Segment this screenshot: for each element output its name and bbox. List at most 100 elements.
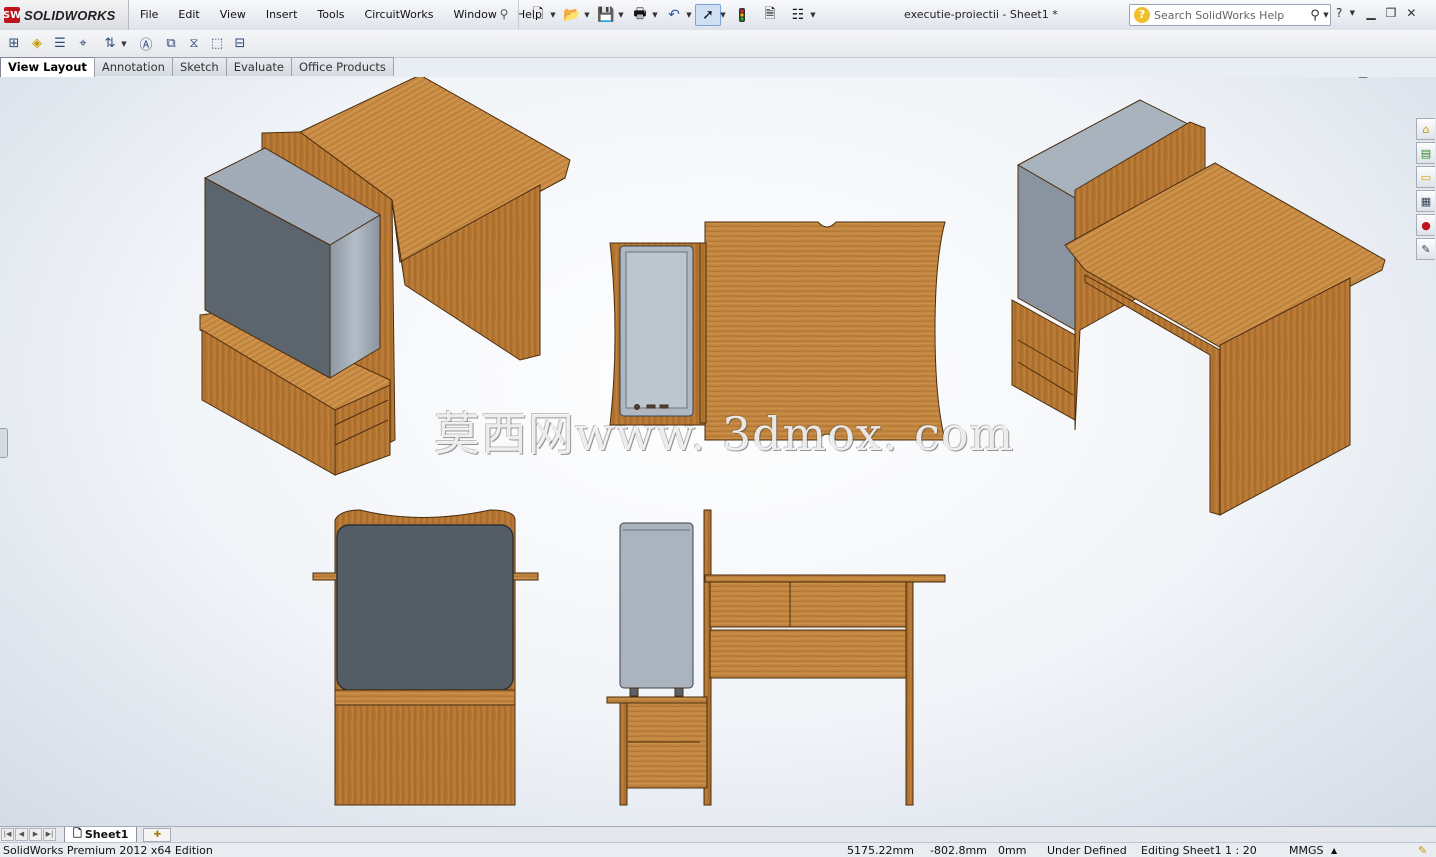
pin-menu-icon[interactable]: ⚲: [497, 7, 511, 21]
options-icon[interactable]: ☷: [785, 4, 811, 26]
auxiliary-view-icon[interactable]: ☰: [50, 34, 70, 52]
appearances-icon[interactable]: ●: [1416, 214, 1435, 236]
tab-view-layout[interactable]: View Layout: [0, 57, 95, 78]
tab-annotation[interactable]: Annotation: [93, 57, 173, 76]
zoom-to-fit-icon[interactable]: 🔍: [631, 77, 647, 78]
menu-file[interactable]: File: [130, 0, 168, 30]
hide-show-items-icon[interactable]: 👓: [747, 77, 763, 78]
sheet-tab-label: Sheet1: [84, 827, 129, 841]
split-horizontal-icon[interactable]: ◫: [1322, 77, 1332, 78]
menu-edit[interactable]: Edit: [168, 0, 209, 30]
title-bar: SW SOLIDWORKS File Edit View Insert Tool…: [0, 0, 1436, 31]
status-edition: SolidWorks Premium 2012 x64 Edition: [3, 844, 213, 857]
alternate-position-icon[interactable]: ⇅: [100, 34, 120, 52]
options-dropdown-icon[interactable]: ▼: [809, 11, 817, 19]
search-box[interactable]: ? Search SolidWorks Help ⚲ ▼: [1129, 4, 1331, 26]
watermark-text: 莫西网www. 3dmox. com: [434, 407, 1015, 461]
side-view[interactable]: [606, 509, 946, 806]
section-view-icon[interactable]: ⌖: [73, 34, 93, 52]
file-explorer-icon[interactable]: ▭: [1416, 166, 1435, 188]
broken-out-section-icon[interactable]: ⧉: [161, 34, 181, 52]
drawing-graphics-area[interactable]: 🔍 🔎 ↯ ⟳ ❂ ▣ ▼ 👓 ▼ ◫ ◧ ▁ ❐ ✕ ⌂ ▤ ▭ ▦ ● ✎ …: [0, 77, 1436, 826]
print-dropdown-icon[interactable]: ▼: [651, 11, 659, 19]
menu-bar: File Edit View Insert Tools CircuitWorks…: [130, 0, 552, 30]
print-icon[interactable]: 🖶: [627, 4, 653, 26]
new-dropdown-icon[interactable]: ▼: [549, 11, 557, 19]
status-y-coordinate: -802.8mm: [930, 844, 987, 857]
document-title: executie-proiectii - Sheet1 *: [904, 8, 1058, 21]
solidworks-resources-icon[interactable]: ⌂: [1416, 118, 1435, 140]
custom-properties-icon[interactable]: ✎: [1416, 238, 1435, 260]
zoom-to-area-icon[interactable]: 🔎: [652, 77, 668, 78]
file-properties-icon[interactable]: 🗎: [757, 4, 783, 26]
menu-insert[interactable]: Insert: [256, 0, 308, 30]
detail-view-icon[interactable]: Ⓐ: [136, 34, 156, 53]
minimize-icon[interactable]: ▁: [1366, 6, 1375, 20]
display-style-icon[interactable]: ▣: [721, 77, 733, 78]
tab-office-products[interactable]: Office Products: [290, 57, 394, 76]
open-dropdown-icon[interactable]: ▼: [583, 11, 591, 19]
menu-tools[interactable]: Tools: [307, 0, 354, 30]
restore-icon[interactable]: ❐: [1386, 6, 1397, 20]
status-x-coordinate: 5175.22mm: [847, 844, 914, 857]
tab-evaluate[interactable]: Evaluate: [225, 57, 292, 76]
command-tabs: View Layout Annotation Sketch Evaluate O…: [0, 57, 394, 78]
crop-view-icon[interactable]: ⬚: [207, 34, 227, 52]
rebuild-traffic-light-icon[interactable]: [729, 4, 755, 26]
split-vertical-icon[interactable]: ◧: [1340, 77, 1350, 78]
save-icon[interactable]: 💾: [593, 4, 619, 26]
model-view-icon[interactable]: ⊞: [4, 34, 24, 52]
brand-name: SOLIDWORKS: [24, 7, 116, 23]
help-search-icon: ?: [1134, 7, 1150, 23]
search-placeholder: Search SolidWorks Help: [1154, 8, 1285, 22]
menu-circuitworks[interactable]: CircuitWorks: [355, 0, 444, 30]
select-pointer-icon[interactable]: ➚: [695, 4, 721, 26]
alternate-dropdown-icon[interactable]: ▼: [120, 40, 128, 48]
undo-icon[interactable]: ↶: [661, 4, 687, 26]
first-sheet-icon[interactable]: |◀: [1, 828, 14, 841]
units-dropdown-icon[interactable]: ▲: [1331, 844, 1337, 857]
command-manager-toolbar: ⊞ ◈ ☰ ⌖ ⇅ ▼ Ⓐ ⧉ ⧖ ⬚ ⊟: [0, 30, 1436, 58]
search-dropdown-icon[interactable]: ▼: [1322, 11, 1330, 19]
sheet-tab-bar: |◀ ◀ ▶ ▶| 🗋 Sheet1 ✚: [0, 826, 1436, 843]
sheet-icon: 🗋: [73, 826, 82, 840]
status-definition: Under Defined: [1047, 844, 1127, 857]
status-units[interactable]: MMGS: [1289, 844, 1324, 857]
add-sheet-icon[interactable]: ✚: [143, 827, 172, 842]
close-window-icon[interactable]: ✕: [1406, 6, 1416, 20]
previous-sheet-icon[interactable]: ◀: [15, 828, 28, 841]
viewport-close-icon[interactable]: ✕: [1393, 77, 1402, 78]
feature-manager-toggle-handle[interactable]: [0, 428, 8, 458]
menu-view[interactable]: View: [210, 0, 256, 30]
last-sheet-icon[interactable]: ▶|: [43, 828, 56, 841]
solidworks-logo[interactable]: SW SOLIDWORKS: [0, 0, 129, 30]
status-editing: Editing Sheet1: [1141, 844, 1222, 857]
standard-3-view-icon[interactable]: ⊟: [230, 34, 250, 52]
rotate-view-icon[interactable]: ⟳: [689, 77, 700, 78]
front-view[interactable]: [312, 509, 539, 806]
status-help-icon[interactable]: ✎: [1418, 844, 1427, 857]
viewport-minimize-icon[interactable]: ▁: [1359, 77, 1367, 78]
next-sheet-icon[interactable]: ▶: [29, 828, 42, 841]
help-dropdown-icon[interactable]: ▼: [1348, 9, 1356, 17]
status-z-coordinate: 0mm: [998, 844, 1027, 857]
sheet-tab-sheet1[interactable]: 🗋 Sheet1: [64, 826, 138, 843]
select-dropdown-icon[interactable]: ▼: [719, 11, 727, 19]
sw-logo-icon: SW: [3, 7, 21, 23]
projected-view-icon[interactable]: ◈: [27, 34, 47, 52]
status-scale[interactable]: 1 : 20: [1225, 844, 1257, 857]
view-palette-icon[interactable]: ▦: [1416, 190, 1435, 212]
break-icon[interactable]: ⧖: [184, 34, 204, 52]
previous-view-icon[interactable]: ↯: [673, 77, 684, 78]
design-library-icon[interactable]: ▤: [1416, 142, 1435, 164]
tab-sketch[interactable]: Sketch: [171, 57, 227, 76]
save-dropdown-icon[interactable]: ▼: [617, 11, 625, 19]
help-icon[interactable]: ?: [1336, 6, 1342, 20]
viewport-restore-icon[interactable]: ❐: [1375, 77, 1385, 78]
new-document-icon[interactable]: 🗋: [525, 4, 551, 26]
undo-dropdown-icon[interactable]: ▼: [685, 11, 693, 19]
open-folder-icon[interactable]: 📂: [559, 4, 585, 26]
quick-access-toolbar: 🗋 ▼ 📂 ▼ 💾 ▼ 🖶 ▼ ↶ ▼ ➚ ▼ 🗎 ☷ ▼: [518, 0, 817, 30]
section-view-toggle-icon[interactable]: ❂: [705, 77, 716, 78]
isometric-view-right[interactable]: [1011, 99, 1386, 516]
